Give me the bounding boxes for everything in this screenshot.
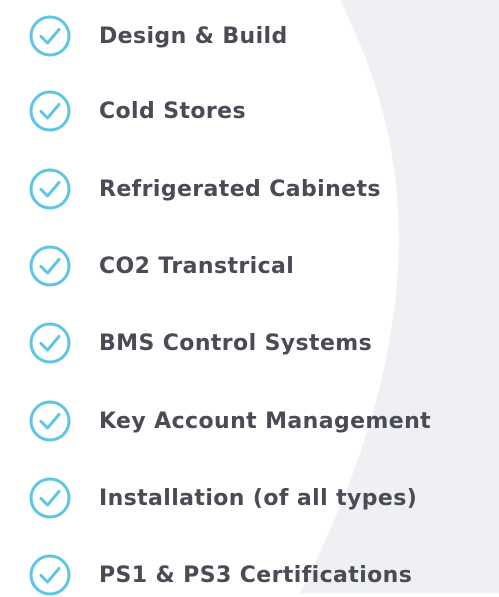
check-circle-icon: [28, 14, 72, 58]
list-item: PS1 & PS3 Certifications: [28, 553, 412, 597]
check-circle-icon: [28, 321, 72, 365]
check-circle-icon: [28, 553, 72, 597]
list-item-label: BMS Control Systems: [99, 330, 373, 356]
check-circle-icon: [28, 476, 72, 520]
list-item-label: Refrigerated Cabinets: [99, 176, 381, 202]
list-item: Cold Stores: [28, 89, 246, 133]
check-circle-icon: [28, 399, 72, 443]
check-circle-icon: [28, 244, 72, 288]
services-checklist: Design & Build Cold Stores Refrigerated …: [0, 0, 499, 596]
list-item: Installation (of all types): [28, 476, 417, 520]
list-item: Key Account Management: [28, 399, 431, 443]
list-item-label: Cold Stores: [99, 98, 246, 124]
list-item-label: CO2 Transtrical: [99, 253, 295, 279]
list-item: Refrigerated Cabinets: [28, 167, 381, 211]
list-item: Design & Build: [28, 14, 288, 58]
list-item-label: PS1 & PS3 Certifications: [99, 562, 413, 588]
list-item-label: Design & Build: [99, 23, 288, 49]
list-item-label: Key Account Management: [99, 408, 432, 434]
list-item: CO2 Transtrical: [28, 244, 294, 288]
check-circle-icon: [28, 89, 72, 133]
list-item-label: Installation (of all types): [99, 485, 418, 511]
check-circle-icon: [28, 167, 72, 211]
list-item: BMS Control Systems: [28, 321, 372, 365]
